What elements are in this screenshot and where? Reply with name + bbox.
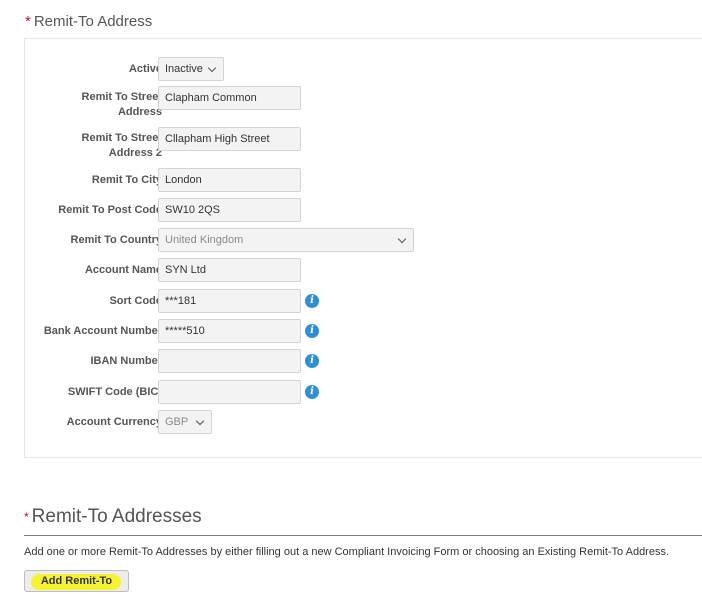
active-select[interactable]: Inactive: [158, 57, 224, 81]
addresses-title: Remit-To Addresses: [31, 506, 202, 527]
currency-select[interactable]: GBP: [158, 410, 212, 434]
active-value: Inactive: [165, 63, 203, 75]
info-icon[interactable]: i: [305, 354, 319, 368]
bank-account-label: Bank Account Number: [43, 325, 162, 337]
required-marker: *: [24, 509, 29, 524]
info-icon[interactable]: i: [305, 385, 319, 399]
city-input[interactable]: London: [158, 168, 301, 192]
remit-to-addresses-heading: * Remit-To Addresses: [24, 506, 202, 528]
sort-code-label: Sort Code: [109, 295, 162, 307]
post-code-input[interactable]: SW10 2QS: [158, 198, 301, 222]
info-icon[interactable]: i: [305, 324, 319, 338]
street1-label: Remit To Street Address: [81, 91, 162, 118]
account-name-label: Account Name: [84, 264, 162, 276]
required-marker: *: [25, 13, 31, 30]
remit-to-address-heading: * Remit-To Address: [25, 13, 152, 30]
city-label: Remit To City: [91, 174, 162, 186]
swift-input[interactable]: [158, 380, 301, 404]
chevron-down-icon: [207, 63, 217, 73]
account-name-input[interactable]: SYN Ltd: [158, 258, 301, 282]
iban-label: IBAN Number: [90, 355, 162, 367]
active-label: Active: [128, 63, 162, 75]
addresses-help-text: Add one or more Remit-To Addresses by ei…: [24, 546, 670, 558]
sort-code-input[interactable]: ***181: [158, 289, 301, 313]
post-code-label: Remit To Post Code: [58, 204, 162, 216]
info-icon[interactable]: i: [305, 294, 319, 308]
chevron-down-icon: [195, 416, 205, 426]
country-select[interactable]: United Kingdom: [158, 228, 414, 252]
currency-label: Account Currency: [66, 416, 162, 428]
add-remit-to-label: Add Remit-To: [40, 575, 113, 587]
street2-input[interactable]: Cllapham High Street: [158, 127, 301, 151]
add-remit-to-button[interactable]: Add Remit-To: [24, 570, 129, 592]
swift-label: SWIFT Code (BIC): [67, 386, 162, 398]
street2-label: Remit To Street Address 2: [81, 132, 162, 159]
street1-input[interactable]: Clapham Common: [158, 86, 301, 110]
chevron-down-icon: [397, 234, 407, 244]
remit-to-address-form: Active Inactive Remit To Street Address …: [24, 38, 702, 458]
section-divider: [24, 535, 702, 536]
bank-account-input[interactable]: *****510: [158, 319, 301, 343]
currency-value: GBP: [165, 416, 189, 428]
country-value: United Kingdom: [165, 234, 244, 246]
section-title: Remit-To Address: [33, 13, 153, 30]
country-label: Remit To Country: [70, 234, 162, 246]
iban-input[interactable]: [158, 349, 301, 373]
